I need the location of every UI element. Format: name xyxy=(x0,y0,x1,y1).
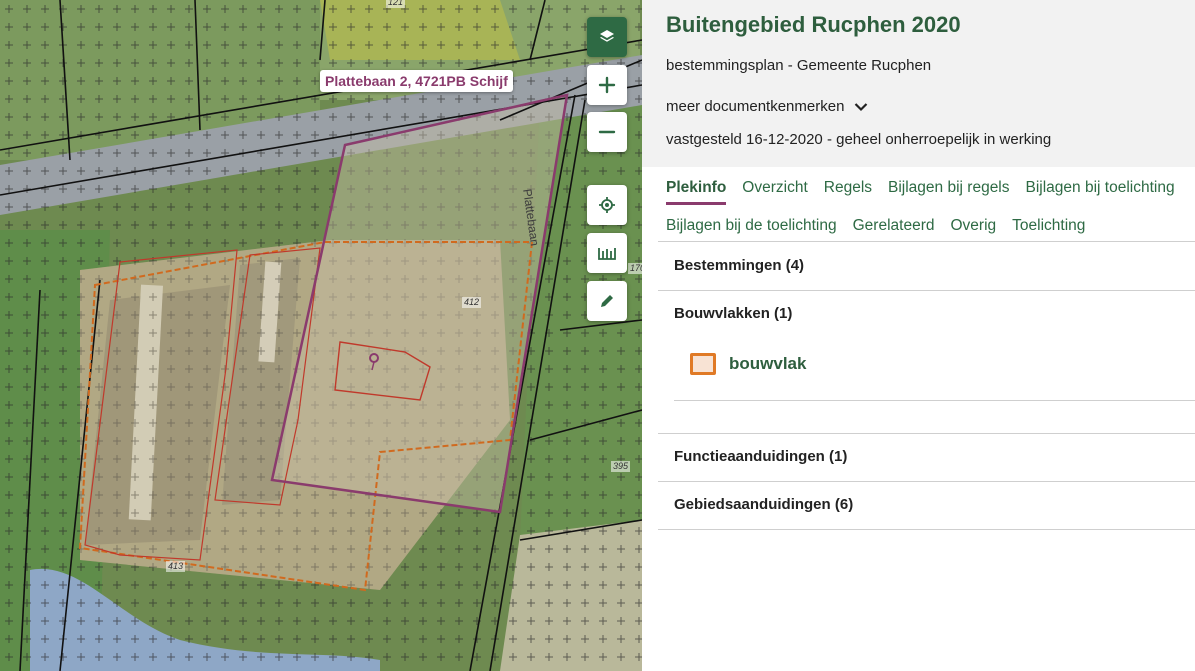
layers-button[interactable] xyxy=(587,17,627,57)
address-label: Plattebaan 2, 4721PB Schijf xyxy=(320,70,513,92)
legend-item-bouwvlak[interactable]: bouwvlak xyxy=(690,353,806,375)
tab-toelichting[interactable]: Toelichting xyxy=(1012,213,1085,243)
map-viewer[interactable]: Plattebaan 2, 4721PB Schijf Plattebaan 1… xyxy=(0,0,642,671)
document-header: Buitengebied Rucphen 2020 bestemmingspla… xyxy=(642,0,1195,167)
parcel-number: 413 xyxy=(166,561,186,572)
legend-item-label: bouwvlak xyxy=(729,354,807,373)
section-bouwvlakken[interactable]: Bouwvlakken (1) xyxy=(658,305,1195,322)
layers-icon xyxy=(600,30,614,42)
parcel-number: 412 xyxy=(462,297,482,308)
section-gebiedsaanduidingen[interactable]: Gebiedsaanduidingen (6) xyxy=(658,496,1195,513)
tab-bijlagen-bij-toelichting[interactable]: Bijlagen bij toelichting xyxy=(1026,175,1175,205)
section-bestemmingen[interactable]: Bestemmingen (4) xyxy=(658,257,1195,274)
measure-button[interactable] xyxy=(587,233,627,273)
aerial-map xyxy=(0,0,642,671)
parcel-number: 121 xyxy=(386,0,406,8)
bouwvlak-swatch xyxy=(690,353,716,375)
divider xyxy=(658,433,1195,434)
draw-button[interactable] xyxy=(587,281,627,321)
document-subtitle: bestemmingsplan - Gemeente Rucphen xyxy=(666,57,932,74)
tab-bar: Plekinfo Overzicht Regels Bijlagen bij r… xyxy=(666,175,1195,251)
chevron-down-icon xyxy=(855,102,868,111)
divider xyxy=(658,241,1195,242)
document-status: vastgesteld 16-12-2020 - geheel onherroe… xyxy=(666,131,1052,148)
more-document-properties-toggle[interactable]: meer documentkenmerken xyxy=(666,98,868,115)
parcel-number: 170 xyxy=(628,263,642,274)
parcel-number: 395 xyxy=(611,461,631,472)
tab-overig[interactable]: Overig xyxy=(950,213,996,243)
tab-overzicht[interactable]: Overzicht xyxy=(742,175,807,205)
document-title: Buitengebied Rucphen 2020 xyxy=(666,12,961,37)
divider xyxy=(674,400,1195,401)
divider xyxy=(658,290,1195,291)
tab-plekinfo[interactable]: Plekinfo xyxy=(666,175,727,205)
divider xyxy=(658,481,1195,482)
tab-bijlagen-bij-de-toelichting[interactable]: Bijlagen bij de toelichting xyxy=(666,213,837,243)
zoom-out-button[interactable] xyxy=(587,112,627,152)
minus-icon xyxy=(598,130,616,134)
ruler-icon xyxy=(598,248,616,260)
tab-regels[interactable]: Regels xyxy=(824,175,872,205)
locate-button[interactable] xyxy=(587,185,627,225)
zoom-in-button[interactable] xyxy=(587,65,627,105)
locate-icon xyxy=(599,197,615,213)
section-functieaanduidingen[interactable]: Functieaanduidingen (1) xyxy=(658,448,1195,465)
info-panel: Buitengebied Rucphen 2020 bestemmingspla… xyxy=(642,0,1195,671)
tab-bijlagen-bij-regels[interactable]: Bijlagen bij regels xyxy=(888,175,1010,205)
plus-icon xyxy=(598,76,616,94)
divider xyxy=(658,529,1195,530)
tab-gerelateerd[interactable]: Gerelateerd xyxy=(853,213,935,243)
pencil-icon xyxy=(601,295,613,307)
more-document-properties-label: meer documentkenmerken xyxy=(666,98,845,115)
